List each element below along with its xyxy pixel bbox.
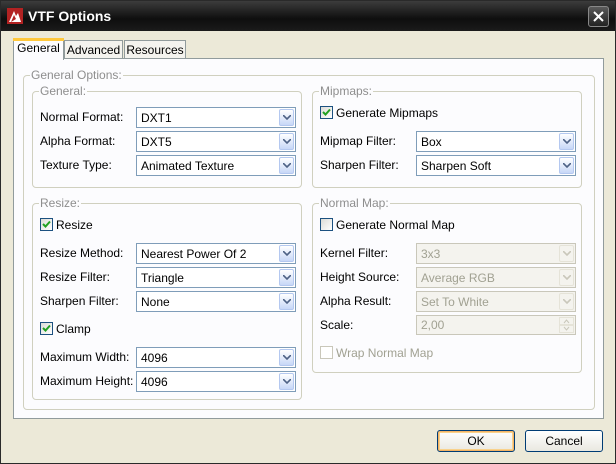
chevron-down-icon[interactable] <box>279 293 294 310</box>
chevron-down-icon <box>559 245 574 262</box>
texture-type-select[interactable]: Animated Texture <box>136 155 296 176</box>
spin-buttons <box>559 317 574 333</box>
chevron-down-icon <box>559 269 574 286</box>
texture-type-value: Animated Texture <box>141 159 235 173</box>
scale-value: 2,00 <box>421 318 445 332</box>
height-source-label: Height Source: <box>320 270 400 284</box>
general-group-label: General: <box>39 84 88 98</box>
resize-group-label: Resize: <box>39 196 82 210</box>
general-options-label: General Options: <box>30 68 123 82</box>
wrap-normal-map-label: Wrap Normal Map <box>336 346 434 360</box>
clamp-checkbox[interactable] <box>40 322 53 335</box>
kernel-filter-select: 3x3 <box>416 243 576 264</box>
resize-sharpen-filter-value: None <box>141 295 170 309</box>
mipmaps-group-label: Mipmaps: <box>319 84 374 98</box>
resize-sharpen-filter-select[interactable]: None <box>136 291 296 312</box>
max-width-label: Maximum Width: <box>40 350 130 364</box>
alpha-format-select[interactable]: DXT5 <box>136 131 296 152</box>
ok-button[interactable]: OK <box>437 430 515 452</box>
app-icon <box>7 8 23 24</box>
max-width-value: 4096 <box>141 351 168 365</box>
spin-down-icon <box>559 325 574 333</box>
normal-format-value: DXT1 <box>141 111 172 125</box>
chevron-down-icon[interactable] <box>279 133 294 150</box>
normal-format-select[interactable]: DXT1 <box>136 107 296 128</box>
mipmap-filter-value: Box <box>421 135 442 149</box>
mipmap-filter-label: Mipmap Filter: <box>320 134 397 148</box>
generate-mipmaps-checkbox[interactable] <box>320 106 333 119</box>
texture-type-label: Texture Type: <box>40 158 112 172</box>
alpha-format-label: Alpha Format: <box>40 134 116 148</box>
resize-checkbox[interactable] <box>40 218 53 231</box>
mipmap-filter-select[interactable]: Box <box>416 131 576 152</box>
tab-resources[interactable]: Resources <box>124 40 186 59</box>
scale-label: Scale: <box>320 318 354 332</box>
scale-spinbox: 2,00 <box>416 315 576 335</box>
max-height-value: 4096 <box>141 375 168 389</box>
cancel-button[interactable]: Cancel <box>525 430 603 452</box>
chevron-down-icon[interactable] <box>559 133 574 150</box>
chevron-down-icon[interactable] <box>279 373 294 390</box>
alpha-result-value: Set To White <box>421 295 489 309</box>
height-source-value: Average RGB <box>421 271 495 285</box>
close-button[interactable] <box>588 6 609 27</box>
window-title: VTF Options <box>28 8 112 24</box>
alpha-result-label: Alpha Result: <box>320 294 392 308</box>
chevron-down-icon[interactable] <box>279 157 294 174</box>
tab-advanced[interactable]: Advanced <box>64 40 123 59</box>
resize-method-value: Nearest Power Of 2 <box>141 247 247 261</box>
resize-filter-label: Resize Filter: <box>40 270 111 284</box>
height-source-select: Average RGB <box>416 267 576 288</box>
resize-label[interactable]: Resize <box>56 218 93 232</box>
resize-method-label: Resize Method: <box>40 246 124 260</box>
mip-sharpen-filter-value: Sharpen Soft <box>421 159 492 173</box>
chevron-down-icon <box>559 293 574 310</box>
chevron-down-icon[interactable] <box>279 109 294 126</box>
chevron-down-icon[interactable] <box>559 157 574 174</box>
generate-normal-map-checkbox[interactable] <box>320 218 333 231</box>
chevron-down-icon[interactable] <box>279 245 294 262</box>
resize-filter-select[interactable]: Triangle <box>136 267 296 288</box>
vtf-options-dialog: VTF Options General Advanced Resources G… <box>0 0 616 464</box>
alpha-format-value: DXT5 <box>141 135 172 149</box>
tab-general[interactable]: General <box>13 38 64 60</box>
clamp-label[interactable]: Clamp <box>56 322 91 336</box>
normal-format-label: Normal Format: <box>40 110 124 124</box>
wrap-normal-map-checkbox <box>320 346 333 359</box>
generate-mipmaps-label[interactable]: Generate Mipmaps <box>336 106 438 120</box>
kernel-filter-label: Kernel Filter: <box>320 246 389 260</box>
normal-map-group-label: Normal Map: <box>319 196 390 210</box>
checkmark-icon <box>42 324 51 332</box>
chevron-down-icon[interactable] <box>279 269 294 286</box>
spin-up-icon <box>559 317 574 325</box>
close-icon <box>593 11 604 22</box>
resize-filter-value: Triangle <box>141 271 184 285</box>
max-height-label: Maximum Height: <box>40 374 134 388</box>
generate-normal-map-label[interactable]: Generate Normal Map <box>336 218 455 232</box>
mip-sharpen-filter-label: Sharpen Filter: <box>320 158 399 172</box>
checkmark-icon <box>42 220 51 228</box>
alpha-result-select: Set To White <box>416 291 576 312</box>
mip-sharpen-filter-select[interactable]: Sharpen Soft <box>416 155 576 176</box>
checkmark-icon <box>322 108 331 116</box>
max-height-select[interactable]: 4096 <box>136 371 296 392</box>
chevron-down-icon[interactable] <box>279 349 294 366</box>
kernel-filter-value: 3x3 <box>421 247 441 261</box>
tab-panel-general: General Options: General: Normal Format:… <box>13 58 604 419</box>
title-bar[interactable]: VTF Options <box>1 1 615 31</box>
resize-sharpen-filter-label: Sharpen Filter: <box>40 294 119 308</box>
max-width-select[interactable]: 4096 <box>136 347 296 368</box>
resize-method-select[interactable]: Nearest Power Of 2 <box>136 243 296 264</box>
